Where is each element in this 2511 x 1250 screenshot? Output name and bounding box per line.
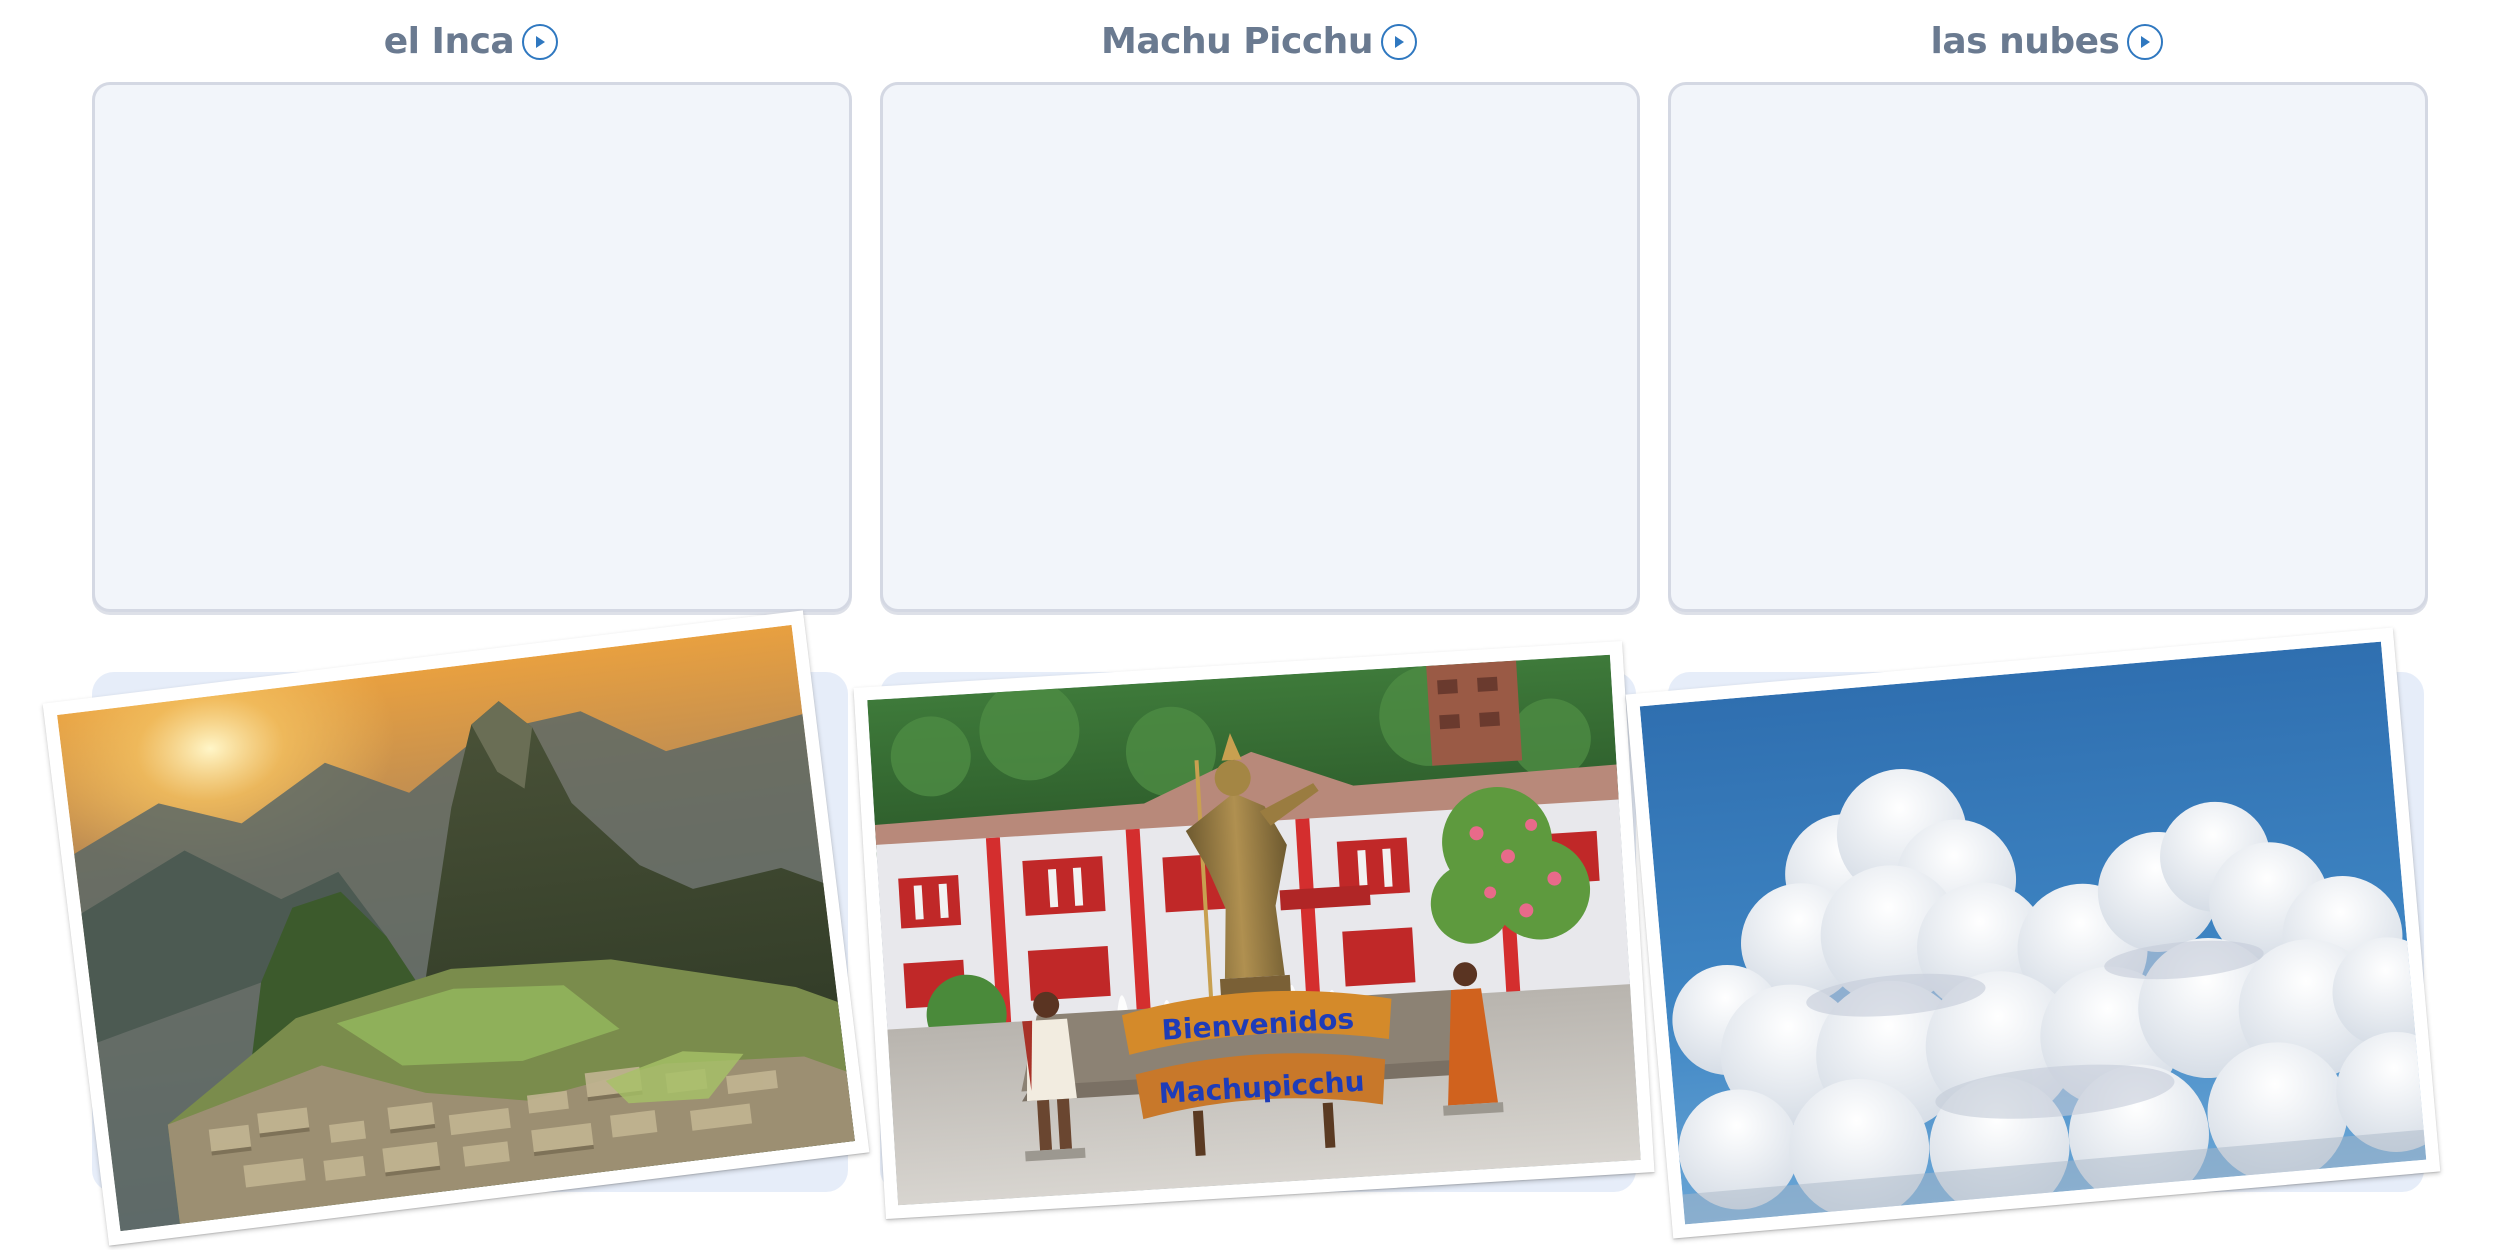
category-label: las nubes bbox=[1930, 21, 2120, 62]
category-label: Machu Picchu bbox=[1101, 21, 1373, 62]
category-column-el-inca: el Inca bbox=[42, 0, 870, 1250]
category-header: Machu Picchu bbox=[880, 14, 1638, 70]
drop-zone[interactable] bbox=[1668, 82, 2428, 612]
play-audio-button[interactable] bbox=[1380, 24, 1417, 60]
play-icon bbox=[2141, 36, 2151, 48]
category-header: el Inca bbox=[92, 14, 850, 70]
category-label: el Inca bbox=[383, 21, 515, 62]
play-audio-button[interactable] bbox=[2127, 24, 2164, 60]
machu-picchu-ruins-photo bbox=[57, 624, 855, 1232]
inca-statue-plaza-photo: Bienvenidos Machupicchu bbox=[867, 654, 1641, 1206]
category-column-las-nubes: las nubes bbox=[1625, 0, 2441, 1250]
category-column-machu-picchu: Machu Picchu Bienvenidos Machupicchu bbox=[853, 0, 1655, 1250]
play-icon bbox=[1394, 36, 1404, 48]
play-audio-button[interactable] bbox=[522, 24, 559, 60]
drop-zone[interactable] bbox=[880, 82, 1640, 612]
image-card-clouds[interactable] bbox=[1625, 627, 2441, 1239]
drop-zone[interactable] bbox=[92, 82, 852, 612]
image-card-machu-picchu-ruins[interactable] bbox=[42, 610, 870, 1246]
play-icon bbox=[536, 36, 546, 48]
image-card-inca-statue[interactable]: Bienvenidos Machupicchu bbox=[853, 640, 1655, 1220]
clouds-photo bbox=[1639, 641, 2427, 1225]
category-header: las nubes bbox=[1668, 14, 2426, 70]
